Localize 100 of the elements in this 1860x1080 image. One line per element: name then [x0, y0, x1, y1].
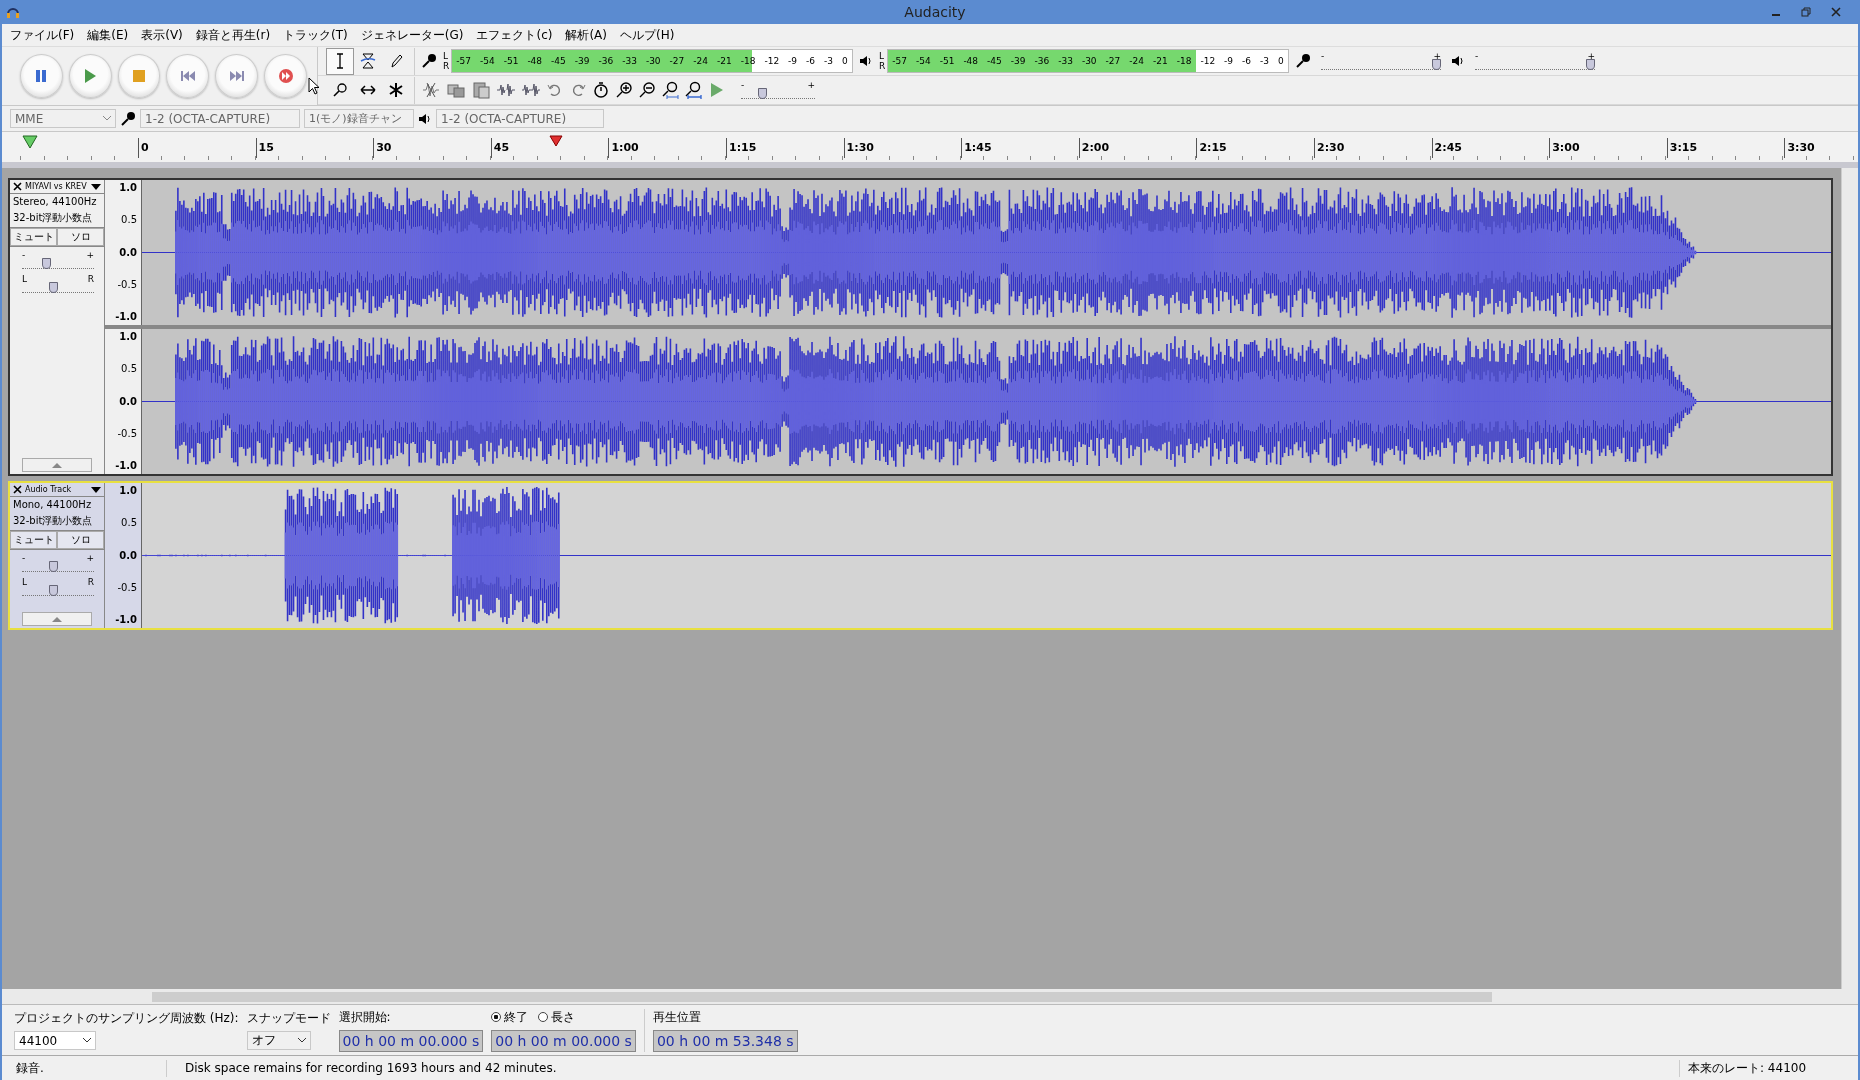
timeline-ruler[interactable]: 0 15 30 45 1:00 1:15 1:30 1:45 2:00 2:15 2:30 2:45 3:00 3:15 3:30 — [2, 132, 1858, 168]
waveform-split-icon[interactable] — [496, 81, 516, 99]
amplitude-label: 0.0 — [119, 549, 137, 562]
play-button[interactable] — [68, 54, 112, 98]
selection-start-label: 選択開始: — [338, 1008, 392, 1026]
slider-thumb[interactable] — [1586, 59, 1596, 70]
meter-tick-label: -18 — [1176, 56, 1192, 66]
radio-button[interactable] — [491, 1012, 502, 1022]
status-rate: 本来のレート: 44100 — [1679, 1059, 1858, 1077]
time-label: 2:30 — [1314, 138, 1345, 158]
snap-mode-dropdown[interactable]: オフ — [246, 1031, 311, 1050]
pan-slider[interactable] — [22, 587, 94, 596]
slider-thumb[interactable] — [42, 258, 52, 269]
menu-item[interactable]: 解析(A) — [565, 26, 607, 44]
close-icon[interactable] — [13, 182, 22, 191]
track-format: Mono, 44100Hz — [12, 498, 93, 512]
playback-position-time[interactable]: 00 h 00 m 53.348 s — [652, 1029, 798, 1052]
track-sample-format: 32-bit浮動小数点 — [12, 514, 94, 528]
vertical-scrollbar[interactable] — [1841, 168, 1858, 989]
meter-tick-label: -30 — [645, 56, 661, 66]
slider-thumb[interactable] — [49, 561, 59, 572]
slider-thumb[interactable] — [49, 585, 59, 596]
silence-icon[interactable] — [446, 81, 466, 99]
horizontal-scrollbar[interactable] — [2, 989, 1858, 1005]
menu-item[interactable]: 編集(E) — [87, 26, 129, 44]
selection-start-time[interactable]: 00 h 00 m 00.000 s — [338, 1029, 484, 1052]
slider-min-label: - — [1475, 52, 1479, 61]
pan-right-label: R — [87, 578, 94, 587]
status-state: 録音. — [2, 1059, 167, 1077]
record-button[interactable] — [264, 54, 307, 98]
menu-item[interactable]: ジェネレーター(G) — [360, 26, 464, 44]
trim-icon[interactable] — [421, 81, 441, 99]
envelope-icon — [360, 53, 376, 69]
menu-item[interactable]: 録音と再生(r) — [195, 26, 271, 44]
restore-icon[interactable] — [1800, 6, 1812, 18]
mute-button[interactable]: ミュート — [10, 228, 57, 246]
time-label: 30 — [373, 138, 392, 158]
fit-selection-icon[interactable] — [661, 81, 679, 99]
pan-slider[interactable] — [22, 284, 94, 293]
recording-channels-dropdown[interactable]: 1(モノ)録音チャン — [304, 109, 414, 128]
waveform-drawing[interactable] — [142, 180, 1831, 325]
playback-device-dropdown[interactable]: 1-2 (OCTA-CAPTURE) — [436, 109, 604, 128]
stopwatch-icon[interactable] — [592, 81, 610, 99]
menu-item[interactable]: エフェクト(c) — [476, 26, 553, 44]
close-icon[interactable] — [13, 485, 22, 494]
mute-button[interactable]: ミュート — [10, 531, 57, 549]
radio-button[interactable] — [538, 1012, 549, 1022]
ibeam-tool[interactable] — [326, 47, 354, 75]
project-rate-dropdown[interactable]: 44100 — [14, 1031, 96, 1050]
dropdown-arrow-icon[interactable] — [91, 183, 101, 190]
gain-slider[interactable] — [22, 260, 94, 269]
scrollbar-thumb[interactable] — [152, 992, 1492, 1002]
pause-button[interactable] — [20, 54, 63, 98]
slider-thumb[interactable] — [49, 282, 59, 293]
microphone-icon — [1295, 53, 1311, 69]
radio-option[interactable]: 長さ — [538, 1008, 576, 1026]
play-region-start-icon[interactable] — [22, 135, 38, 149]
radio-option[interactable]: 終了 — [491, 1008, 529, 1026]
audio-track[interactable]: MIYAVI vs KREV Stereo, 44100Hz 32-bit浮動小数点 ミュート ソロ - + L R 1.0 0.5 0.0 -0.5 -1.0 1.0 0.5 0.0 -0.5 -1.0 — [8, 178, 1833, 476]
channel-label: L — [879, 51, 885, 61]
zoom-out-icon[interactable] — [638, 81, 656, 99]
slider-thumb[interactable] — [758, 88, 768, 99]
waveform-join-icon[interactable] — [521, 81, 541, 99]
menu-item[interactable]: 表示(V) — [141, 26, 183, 44]
solo-button[interactable]: ソロ — [57, 228, 104, 246]
play-speed-slider[interactable] — [741, 90, 815, 99]
track-name-menu[interactable]: MIYAVI vs KREV — [25, 182, 88, 191]
record-icon — [277, 68, 294, 84]
track-name-menu[interactable]: Audio Track — [25, 485, 88, 494]
gain-min-label: - — [22, 251, 26, 260]
audio-host-dropdown[interactable]: MME — [10, 109, 116, 128]
dropdown-arrow-icon[interactable] — [91, 486, 101, 493]
gain-slider[interactable] — [22, 563, 94, 572]
skip-to-start-button[interactable] — [166, 54, 210, 98]
selection-end-time[interactable]: 00 h 00 m 00.000 s — [491, 1029, 636, 1052]
menu-item[interactable]: トラック(T) — [283, 26, 348, 44]
waveform-drawing[interactable] — [142, 329, 1831, 474]
solo-button[interactable]: ソロ — [57, 531, 104, 549]
audio-track[interactable]: Audio Track Mono, 44100Hz 32-bit浮動小数点 ミュート ソロ - + L R 1.0 0.5 0.0 -0.5 -1.0 — [8, 481, 1833, 630]
zoom-in-icon[interactable] — [615, 81, 633, 99]
recording-device-dropdown[interactable]: 1-2 (OCTA-CAPTURE) — [140, 109, 300, 128]
skip-to-end-button[interactable] — [215, 54, 259, 98]
fit-project-icon[interactable] — [684, 81, 702, 99]
menu-item[interactable]: ファイル(F) — [10, 26, 75, 44]
snap-mode-label: スナップモード — [246, 1010, 331, 1027]
paste-icon[interactable] — [471, 81, 491, 99]
chevron-down-icon — [103, 116, 111, 121]
time-label: 1:30 — [843, 138, 874, 158]
speaker-icon — [418, 111, 432, 126]
playback-volume-slider[interactable] — [1475, 61, 1595, 70]
playback-position-label: 再生位置 — [652, 1008, 702, 1026]
slider-thumb[interactable] — [1432, 59, 1442, 70]
speaker-icon — [1451, 54, 1465, 68]
recording-volume-slider[interactable] — [1321, 61, 1441, 70]
menu-item[interactable]: ヘルプ(H) — [620, 26, 675, 44]
time-label: 3:00 — [1549, 138, 1580, 158]
pencil-icon — [388, 53, 404, 69]
meter-tick-label: -24 — [693, 56, 708, 66]
meter-tick-label: -51 — [503, 56, 519, 66]
meter-tick-label: 0 — [1278, 56, 1284, 66]
